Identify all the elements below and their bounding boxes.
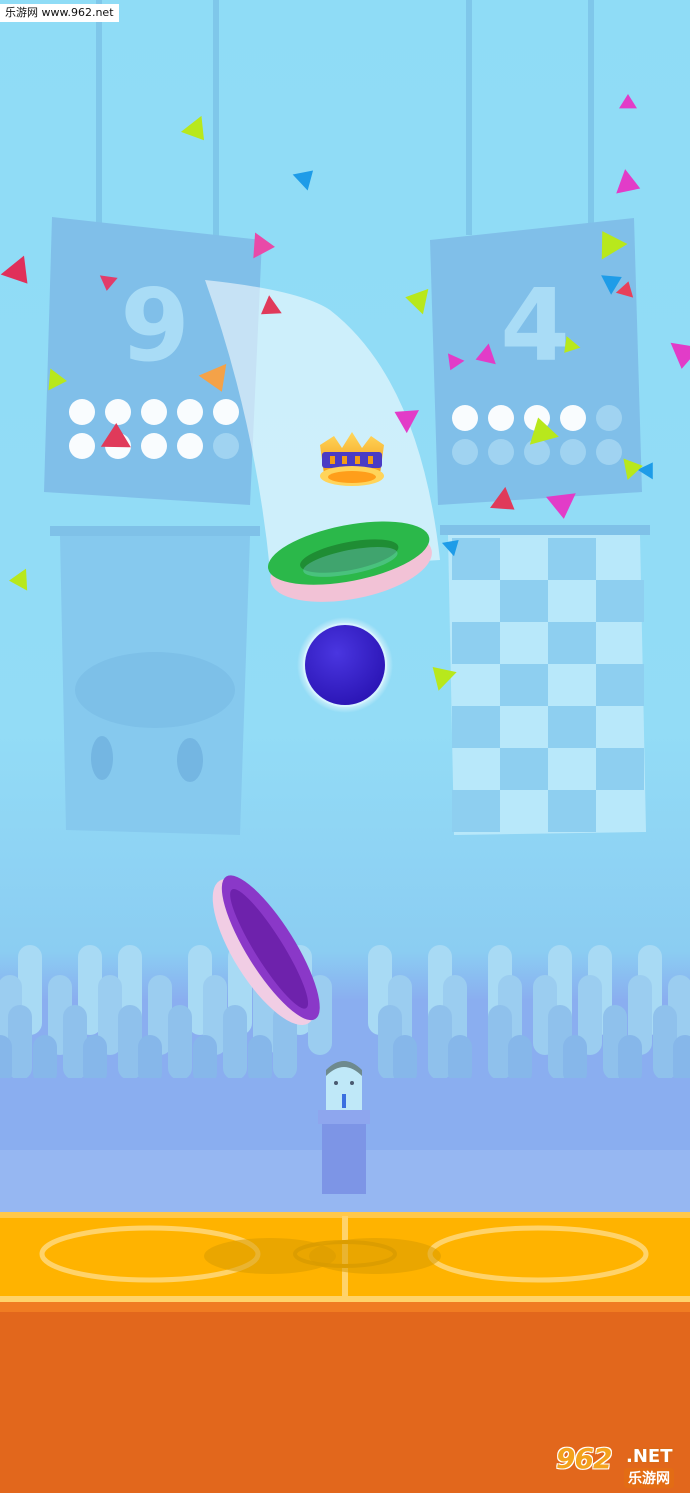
score-light bbox=[596, 439, 622, 465]
score-light bbox=[560, 439, 586, 465]
spectator bbox=[618, 1035, 642, 1085]
score-light bbox=[141, 433, 167, 459]
spectator bbox=[223, 1005, 247, 1080]
spectator bbox=[563, 1035, 587, 1085]
left-banner bbox=[50, 526, 260, 835]
score-light bbox=[560, 405, 586, 431]
spectator bbox=[33, 1035, 57, 1085]
site-logo: 962 .NET 乐游网 bbox=[552, 1442, 684, 1488]
spectator bbox=[673, 1035, 690, 1085]
spectator bbox=[138, 1035, 162, 1085]
spectator bbox=[168, 1005, 192, 1080]
spectator bbox=[248, 1035, 272, 1085]
score-light bbox=[141, 399, 167, 425]
checker-tile bbox=[500, 664, 548, 706]
spectator bbox=[508, 1035, 532, 1085]
score-light bbox=[69, 433, 95, 459]
spectator bbox=[448, 1035, 472, 1085]
spectator bbox=[83, 1035, 107, 1085]
checker-tile bbox=[452, 622, 500, 664]
checker-tile bbox=[548, 790, 596, 832]
spectator bbox=[0, 1035, 12, 1085]
left-scoreboard: 9 bbox=[44, 217, 262, 505]
checker-tile bbox=[596, 664, 644, 706]
score-light bbox=[524, 439, 550, 465]
right-pole-2 bbox=[588, 0, 594, 225]
crown-icon bbox=[320, 432, 384, 486]
spectator bbox=[393, 1035, 417, 1085]
logo-domain: .NET bbox=[626, 1446, 673, 1467]
score-light bbox=[452, 439, 478, 465]
checker-tile bbox=[596, 748, 644, 790]
checker-tile bbox=[500, 580, 548, 622]
court-floor bbox=[0, 1212, 690, 1312]
ball-icon[interactable] bbox=[297, 617, 393, 713]
right-score: 4 bbox=[500, 267, 570, 384]
score-light bbox=[213, 433, 239, 459]
left-score: 9 bbox=[120, 267, 190, 384]
score-light bbox=[452, 405, 478, 431]
checker-tile bbox=[452, 706, 500, 748]
score-light bbox=[177, 399, 203, 425]
right-pole bbox=[466, 0, 472, 235]
score-light bbox=[177, 433, 203, 459]
checker-tile bbox=[548, 622, 596, 664]
logo-number: 962 bbox=[556, 1442, 612, 1475]
right-checkered-banner bbox=[440, 525, 650, 835]
score-light bbox=[596, 405, 622, 431]
checker-tile bbox=[452, 538, 500, 580]
score-light bbox=[105, 399, 131, 425]
checker-tile bbox=[452, 790, 500, 832]
spectator bbox=[193, 1035, 217, 1085]
checker-tile bbox=[500, 748, 548, 790]
score-light bbox=[488, 439, 514, 465]
game-scene[interactable]: 9 4 bbox=[0, 0, 690, 1493]
game-screen[interactable]: 9 4 乐游网 www.962.net 962 .NET 乐游网 bbox=[0, 0, 690, 1493]
left-pole-2 bbox=[213, 0, 219, 240]
score-light bbox=[213, 399, 239, 425]
left-pole bbox=[96, 0, 102, 230]
checker-tile bbox=[548, 706, 596, 748]
logo-brand: 乐游网 bbox=[624, 1468, 674, 1488]
score-light bbox=[488, 405, 514, 431]
checker-tile bbox=[596, 580, 644, 622]
checker-tile bbox=[548, 538, 596, 580]
score-light bbox=[69, 399, 95, 425]
site-watermark: 乐游网 www.962.net bbox=[0, 4, 119, 22]
